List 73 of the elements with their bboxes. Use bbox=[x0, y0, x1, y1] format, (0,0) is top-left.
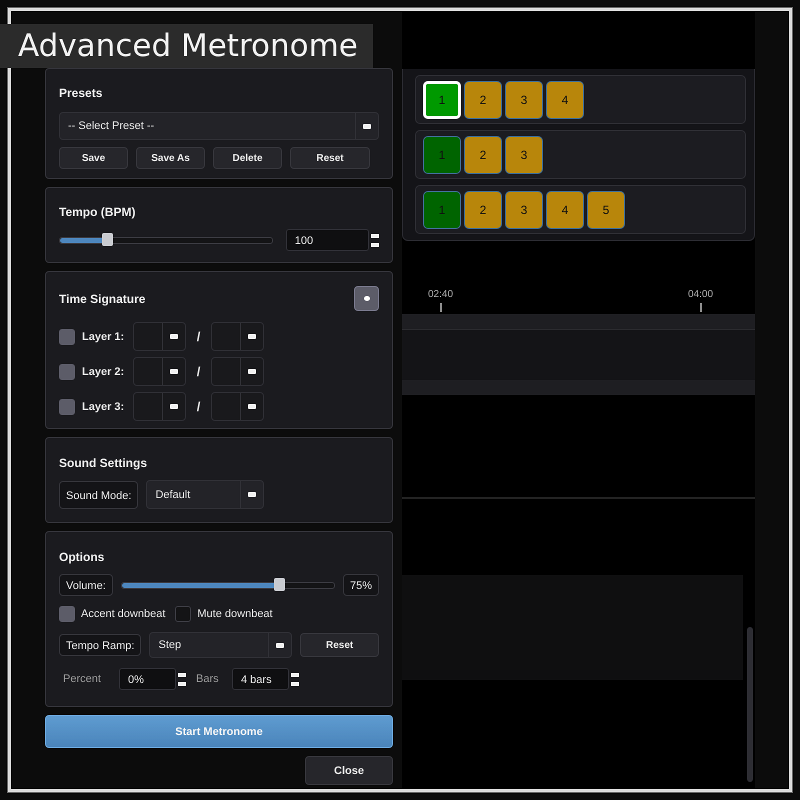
small-rectangle-icon bbox=[276, 642, 284, 648]
tick-mark bbox=[440, 303, 442, 312]
small-rectangle-icon bbox=[170, 334, 178, 339]
volume-reading: 75% bbox=[342, 574, 379, 596]
slash-separator: / bbox=[196, 364, 202, 379]
checkbox-label: Mute downbeat bbox=[197, 608, 273, 620]
tempo-ramp-dropdown[interactable]: Step bbox=[149, 632, 292, 658]
option-checkbox[interactable] bbox=[59, 606, 75, 622]
layer-checkbox[interactable] bbox=[59, 328, 75, 344]
sound-mode-label: Sound Mode: bbox=[59, 480, 138, 508]
beats-dropdown[interactable] bbox=[133, 392, 186, 421]
preset-button[interactable]: Delete bbox=[213, 147, 282, 169]
section-heading: Time Signature bbox=[59, 292, 146, 306]
small-rectangle-icon bbox=[170, 369, 178, 374]
tempo-ramp-label: Tempo Ramp: bbox=[59, 634, 142, 656]
preset-button[interactable]: Save bbox=[59, 147, 128, 169]
bars-label: Bars bbox=[196, 673, 220, 685]
tempo-input[interactable]: 100 bbox=[286, 229, 369, 251]
preset-button[interactable]: Save As bbox=[136, 147, 205, 169]
beat-cell[interactable]: 3 bbox=[505, 136, 543, 174]
note-value-dropdown[interactable] bbox=[211, 322, 264, 351]
slash-separator: / bbox=[196, 329, 202, 344]
checkbox-label: Accent downbeat bbox=[81, 608, 166, 620]
small-rectangle-icon bbox=[248, 369, 256, 374]
beat-cell[interactable]: 3 bbox=[505, 80, 543, 118]
beats-dropdown[interactable] bbox=[133, 357, 186, 386]
spin-rectangles-icon bbox=[371, 234, 379, 246]
add-button[interactable] bbox=[354, 286, 379, 311]
time-label: 04:00 bbox=[688, 289, 714, 300]
percent-input[interactable]: 0% bbox=[119, 668, 176, 690]
layer-label: Layer 2: bbox=[82, 366, 126, 378]
section-heading: Presets bbox=[59, 86, 104, 100]
slash-separator: / bbox=[196, 399, 202, 414]
small-rectangle-icon bbox=[170, 404, 178, 409]
beat-cell[interactable]: 1 bbox=[423, 80, 461, 118]
section-heading: Sound Settings bbox=[59, 456, 148, 470]
small-rectangle-icon bbox=[248, 404, 256, 409]
layer-label: Layer 3: bbox=[82, 400, 126, 412]
volume-label: Volume: bbox=[59, 574, 113, 596]
percent-label: Percent bbox=[63, 673, 102, 685]
dot-icon bbox=[364, 296, 370, 301]
close-button[interactable]: Close bbox=[305, 756, 393, 785]
tick-mark bbox=[700, 303, 702, 312]
time-label: 02:40 bbox=[428, 289, 454, 300]
small-rectangle-icon bbox=[363, 124, 371, 128]
preset-button[interactable]: Reset bbox=[290, 147, 370, 169]
spin-rectangles-icon bbox=[291, 672, 299, 686]
beat-cell[interactable]: 2 bbox=[464, 190, 502, 228]
layer-checkbox[interactable] bbox=[59, 364, 75, 380]
note-value-dropdown[interactable] bbox=[211, 392, 264, 421]
section-heading: Tempo (BPM) bbox=[59, 205, 136, 219]
reset-button[interactable]: Reset bbox=[300, 633, 379, 657]
spin-rectangles-icon bbox=[178, 672, 186, 686]
small-rectangle-icon bbox=[248, 492, 256, 497]
beat-cell[interactable]: 5 bbox=[587, 190, 625, 228]
layer-label: Layer 1: bbox=[82, 330, 126, 342]
layer-checkbox[interactable] bbox=[59, 398, 75, 414]
option-checkbox[interactable] bbox=[175, 606, 192, 622]
bars-input[interactable]: 4 bars bbox=[232, 668, 289, 690]
small-rectangle-icon bbox=[248, 334, 256, 339]
window-title: Advanced Metronome bbox=[0, 24, 373, 68]
beat-cell[interactable]: 4 bbox=[546, 190, 584, 228]
beat-cell[interactable]: 2 bbox=[464, 80, 502, 118]
sound-mode-dropdown[interactable]: Default bbox=[146, 480, 264, 509]
note-value-dropdown[interactable] bbox=[211, 357, 264, 386]
beat-cell[interactable]: 2 bbox=[464, 136, 502, 174]
beat-cell[interactable]: 4 bbox=[546, 80, 584, 118]
start-button[interactable]: Start Metronome bbox=[45, 715, 393, 748]
beats-dropdown[interactable] bbox=[133, 322, 186, 351]
preset-dropdown[interactable]: -- Select Preset -- bbox=[59, 112, 379, 140]
scrollbar-thumb[interactable] bbox=[747, 627, 753, 782]
section-heading: Options bbox=[59, 550, 106, 564]
beat-cell[interactable]: 3 bbox=[505, 190, 543, 228]
